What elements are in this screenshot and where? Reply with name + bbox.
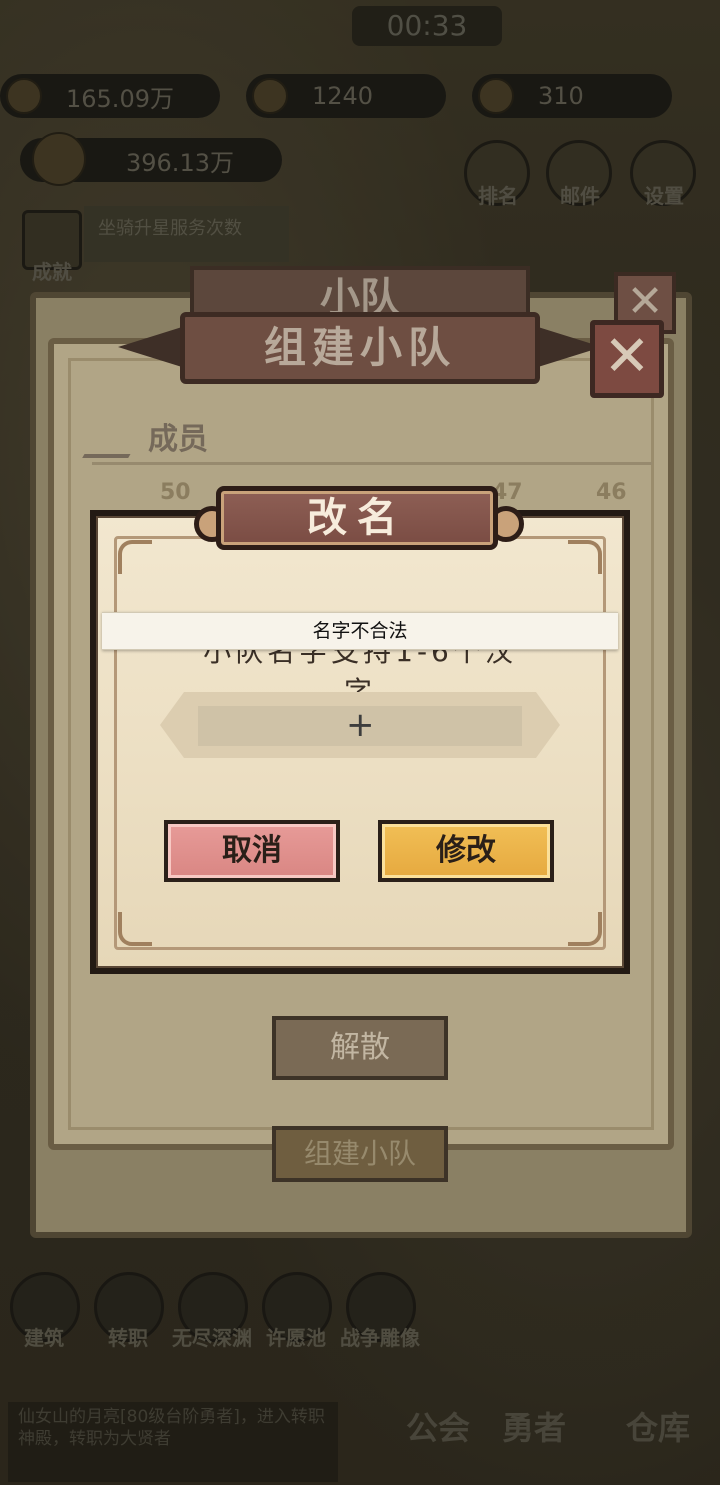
create-team-title: 组建小队	[180, 312, 540, 384]
confirm-rename-button[interactable]: 修改	[378, 820, 554, 882]
text-cursor-icon: +	[346, 705, 375, 745]
members-section-label: 成员	[148, 422, 208, 457]
corner-ornament	[568, 912, 602, 946]
invalid-name-toast: 名字不合法	[102, 612, 618, 650]
dissolve-button[interactable]: 解散	[272, 1016, 448, 1080]
members-divider	[92, 462, 652, 465]
rename-dialog-title: 改名	[216, 486, 498, 550]
create-team-close-icon[interactable]: ✕	[590, 320, 664, 398]
cancel-button[interactable]: 取消	[164, 820, 340, 882]
corner-ornament	[118, 912, 152, 946]
corner-ornament	[118, 540, 152, 574]
corner-ornament	[568, 540, 602, 574]
create-team-button[interactable]: 组建小队	[272, 1126, 448, 1182]
